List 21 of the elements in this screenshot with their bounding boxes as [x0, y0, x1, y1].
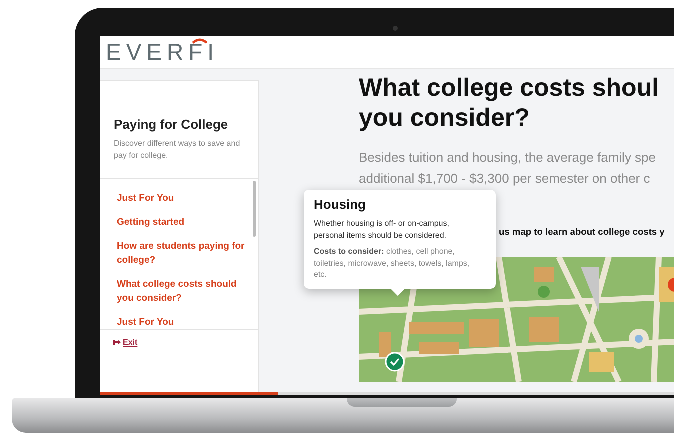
instruction-text: us map to learn about college costs y: [499, 227, 666, 237]
tooltip-title: Housing: [314, 197, 367, 212]
intro-text: Besides tuition and housing, the average family spe additional $1,700 - $3,300 per semester on other c: [359, 149, 658, 188]
exit-icon: [113, 339, 121, 346]
nav-link[interactable]: Just For You: [117, 316, 246, 329]
page-heading: What college costs shoul: [359, 73, 660, 103]
logo: EVERFI: [106, 40, 220, 64]
scrollbar-thumb[interactable]: [253, 181, 256, 237]
tooltip-costs: Costs to consider: clothes, cell phone, toiletries, microwave, sheets, towels, lamps, etc.: [314, 246, 471, 280]
sidebar-title: Paying for College: [114, 117, 230, 132]
arc-icon: [192, 38, 208, 44]
nav-link[interactable]: Getting started: [117, 216, 246, 230]
nav-link[interactable]: How are students paying for college?: [117, 240, 246, 268]
nav-link[interactable]: What college costs should you consider?: [117, 278, 246, 306]
exit-link[interactable]: Exit: [113, 338, 138, 347]
page-heading: you consider?: [359, 103, 531, 133]
nav-link[interactable]: Just For You: [117, 192, 246, 206]
sidebar-description: Discover different ways to save and pay for college.: [114, 138, 242, 162]
tooltip-text: Whether housing is off- or on-campus, personal items should be considered.: [314, 218, 450, 241]
camera-icon: [393, 26, 398, 31]
check-marker-icon[interactable]: [385, 352, 405, 372]
